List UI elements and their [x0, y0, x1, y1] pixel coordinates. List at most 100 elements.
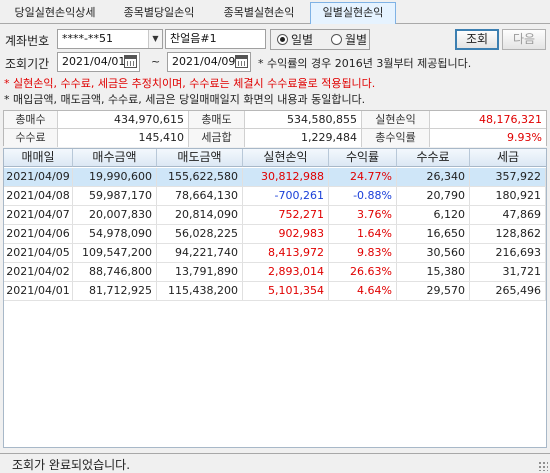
- calendar-icon[interactable]: [124, 55, 137, 68]
- cell-buy-amount: 54,978,090: [73, 225, 157, 243]
- date-to-field[interactable]: 2021/04/09: [167, 52, 251, 72]
- cell-fee: 26,340: [397, 168, 470, 186]
- table-row[interactable]: 2021/04/01 81,712,925 115,438,200 5,101,354…: [4, 282, 546, 301]
- tax-total-label: 세금합: [189, 129, 245, 147]
- cell-sell-amount: 78,664,130: [157, 187, 243, 205]
- cell-sell-amount: 94,221,740: [157, 244, 243, 262]
- fee-total-value: 145,410: [58, 129, 189, 147]
- cell-return: 9.83%: [329, 244, 397, 262]
- radio-daily-label: 일별: [291, 33, 314, 47]
- cell-date: 2021/04/05: [4, 244, 73, 262]
- table-row[interactable]: 2021/04/08 59,987,170 78,664,130 -700,261 -0…: [4, 187, 546, 206]
- chevron-down-icon[interactable]: ▼: [148, 30, 162, 48]
- cell-sell-amount: 155,622,580: [157, 168, 243, 186]
- fee-total-label: 수수료: [4, 129, 58, 147]
- cell-buy-amount: 59,987,170: [73, 187, 157, 205]
- cell-date: 2021/04/01: [4, 282, 73, 300]
- tax-total-value: 1,229,484: [245, 129, 362, 147]
- cell-return: 1.64%: [329, 225, 397, 243]
- cell-return: -0.88%: [329, 187, 397, 205]
- buy-total-label: 총매수: [4, 111, 58, 129]
- cell-realized-pnl: 902,983: [243, 225, 329, 243]
- account-label: 계좌번호: [5, 34, 50, 48]
- next-button[interactable]: 다음: [502, 29, 546, 50]
- radio-monthly[interactable]: 월별: [331, 32, 367, 48]
- summary-panel: 총매수 434,970,615 총매도 534,580,855 실현손익 48,…: [3, 110, 547, 147]
- column-header-sell-amount[interactable]: 매도금액: [157, 149, 243, 167]
- cell-realized-pnl: 5,101,354: [243, 282, 329, 300]
- column-header-return[interactable]: 수익률: [329, 149, 397, 167]
- sell-total-value: 534,580,855: [245, 111, 362, 129]
- consistency-note: * 매입금액, 매도금액, 수수료, 세금은 당일매매일지 화면의 내용과 동일…: [4, 93, 366, 106]
- cell-buy-amount: 88,746,800: [73, 263, 157, 281]
- date-range-separator: ~: [151, 55, 161, 68]
- period-label: 조회기간: [5, 57, 50, 71]
- cell-fee: 30,560: [397, 244, 470, 262]
- table-row[interactable]: 2021/04/06 54,978,090 56,028,225 902,983 1.6…: [4, 225, 546, 244]
- table-row[interactable]: 2021/04/09 19,990,600 155,622,580 30,812,98…: [4, 168, 546, 187]
- tab-stock-realized-pnl[interactable]: 종목별실현손익: [210, 3, 308, 23]
- cell-return: 24.77%: [329, 168, 397, 186]
- query-button[interactable]: 조회: [455, 29, 499, 50]
- tab-daily-realized-detail[interactable]: 당일실현손익상세: [3, 3, 107, 23]
- cell-tax: 47,869: [470, 206, 546, 224]
- cell-tax: 128,862: [470, 225, 546, 243]
- cell-realized-pnl: 8,413,972: [243, 244, 329, 262]
- cell-sell-amount: 115,438,200: [157, 282, 243, 300]
- total-return-label: 총수익률: [362, 129, 430, 147]
- account-select[interactable]: ****-**51 ▼: [57, 29, 163, 49]
- cell-tax: 180,921: [470, 187, 546, 205]
- cell-return: 4.64%: [329, 282, 397, 300]
- cell-date: 2021/04/08: [4, 187, 73, 205]
- cell-sell-amount: 56,028,225: [157, 225, 243, 243]
- table-row[interactable]: 2021/04/07 20,007,830 20,814,090 752,271 3.7…: [4, 206, 546, 225]
- cell-realized-pnl: -700,261: [243, 187, 329, 205]
- cell-fee: 16,650: [397, 225, 470, 243]
- cell-date: 2021/04/02: [4, 263, 73, 281]
- date-from-field[interactable]: 2021/04/01: [57, 52, 140, 72]
- sell-total-label: 총매도: [189, 111, 245, 129]
- cell-fee: 20,790: [397, 187, 470, 205]
- calendar-icon[interactable]: [235, 55, 248, 68]
- tab-daily-realized-pnl[interactable]: 일별실현손익: [310, 2, 396, 24]
- account-name-field: 찬얼음#1: [165, 29, 266, 49]
- radio-daily[interactable]: 일별: [277, 32, 313, 48]
- column-header-date[interactable]: 매매일: [4, 149, 73, 167]
- column-header-realized-pnl[interactable]: 실현손익: [243, 149, 329, 167]
- column-header-fee[interactable]: 수수료: [397, 149, 470, 167]
- cell-tax: 357,922: [470, 168, 546, 186]
- cell-sell-amount: 13,791,890: [157, 263, 243, 281]
- cell-realized-pnl: 752,271: [243, 206, 329, 224]
- realized-pnl-label: 실현손익: [362, 111, 430, 129]
- period-type-radio-group: 일별 월별: [270, 29, 370, 50]
- status-message: 조회가 완료되었습니다.: [12, 458, 131, 472]
- cell-buy-amount: 109,547,200: [73, 244, 157, 262]
- account-number: ****-**51: [62, 32, 113, 45]
- cell-tax: 216,693: [470, 244, 546, 262]
- cell-date: 2021/04/06: [4, 225, 73, 243]
- cell-return: 26.63%: [329, 263, 397, 281]
- cell-buy-amount: 20,007,830: [73, 206, 157, 224]
- cell-date: 2021/04/09: [4, 168, 73, 186]
- cell-tax: 265,496: [470, 282, 546, 300]
- cell-buy-amount: 81,712,925: [73, 282, 157, 300]
- column-header-buy-amount[interactable]: 매수금액: [73, 149, 157, 167]
- table-row[interactable]: 2021/04/05 109,547,200 94,221,740 8,413,972…: [4, 244, 546, 263]
- total-return-value: 9.93%: [430, 129, 546, 147]
- radio-monthly-label: 월별: [345, 33, 368, 47]
- date-from-value: 2021/04/01: [62, 55, 126, 68]
- cell-fee: 29,570: [397, 282, 470, 300]
- tab-stock-daily-pnl[interactable]: 종목별당일손익: [110, 3, 208, 23]
- column-header-tax[interactable]: 세금: [470, 149, 546, 167]
- cell-fee: 15,380: [397, 263, 470, 281]
- return-availability-note: * 수익률의 경우 2016년 3월부터 제공됩니다.: [258, 57, 472, 70]
- cell-realized-pnl: 30,812,988: [243, 168, 329, 186]
- resize-grip-icon[interactable]: [538, 461, 548, 471]
- tab-bar: 당일실현손익상세 종목별당일손익 종목별실현손익 일별실현손익: [0, 0, 550, 24]
- cell-return: 3.76%: [329, 206, 397, 224]
- cell-tax: 31,721: [470, 263, 546, 281]
- table-row[interactable]: 2021/04/02 88,746,800 13,791,890 2,893,014 2…: [4, 263, 546, 282]
- buy-total-value: 434,970,615: [58, 111, 189, 129]
- daily-pnl-table: 매매일 매수금액 매도금액 실현손익 수익률 수수료 세금 2021/04/09…: [3, 148, 547, 448]
- realized-pnl-value: 48,176,321: [430, 111, 546, 129]
